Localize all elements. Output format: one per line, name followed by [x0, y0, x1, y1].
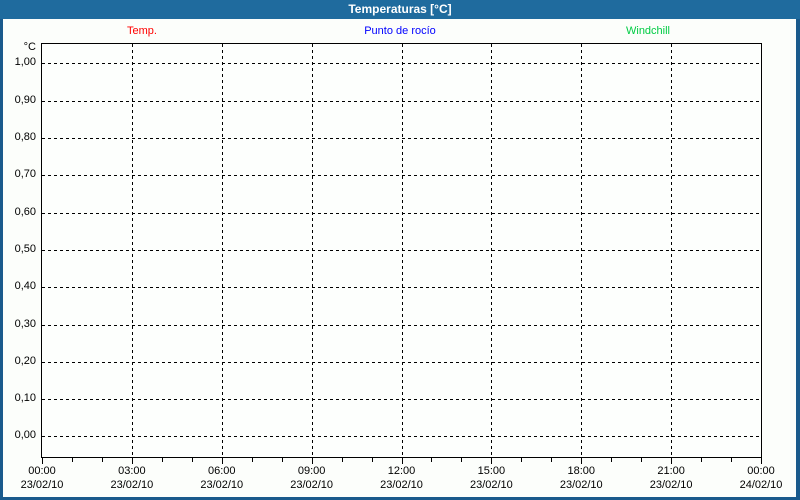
v-gridline [491, 44, 493, 457]
axis-tick [371, 458, 373, 462]
y-tick-label: 0,10 [14, 392, 36, 405]
y-axis-unit-label: °C [23, 41, 36, 53]
legend-item-windchill: Windchill [625, 25, 671, 37]
axis-tick [191, 458, 193, 462]
axis-tick [461, 458, 463, 462]
axis-tick [71, 458, 73, 462]
v-gridline [221, 44, 223, 457]
x-tick-time-label: 09:00 [297, 465, 326, 477]
v-gridline [401, 44, 403, 457]
y-tick-label: 0,40 [14, 280, 36, 293]
x-tick-date-label: 23/02/10 [649, 479, 693, 491]
axis-tick [251, 458, 253, 462]
x-tick-date-label: 23/02/10 [469, 479, 513, 491]
axis-tick [551, 458, 553, 462]
y-tick-label: 1,00 [14, 56, 36, 69]
x-tick-time-label: 06:00 [207, 465, 236, 477]
axis-tick [311, 458, 313, 464]
x-tick-date-label: 23/02/10 [559, 479, 603, 491]
axis-tick [101, 458, 103, 462]
axis-tick [641, 458, 643, 462]
x-tick-time-label: 00:00 [28, 465, 56, 477]
legend-item-punto-de-roc-o: Punto de rocío [364, 25, 436, 37]
x-tick-time-label: 18:00 [567, 465, 596, 477]
legend-item-temp: Temp. [127, 25, 157, 37]
window-titlebar: Temperaturas [°C] [0, 0, 800, 19]
y-tick-label: 0,60 [14, 205, 36, 218]
x-tick-date-label: 23/02/10 [20, 479, 64, 491]
chart-content: Temp. Punto de rocío Windchill °C 1,00 0,90… [3, 19, 796, 497]
y-tick-label: 0,00 [14, 429, 36, 442]
y-tick-label: 0,70 [14, 168, 36, 181]
axis-tick [611, 458, 613, 462]
y-tick-label: 0,50 [14, 242, 36, 255]
v-gridline [671, 44, 673, 457]
window-title: Temperaturas [°C] [348, 2, 452, 16]
x-tick-date-label: 24/02/10 [739, 479, 783, 491]
x-tick-date-label: 23/02/10 [110, 479, 154, 491]
axis-tick [701, 458, 703, 462]
y-tick-label: 0,80 [14, 131, 36, 144]
axis-tick [581, 458, 583, 464]
axis-tick [341, 458, 343, 462]
axis-tick [761, 458, 762, 464]
axis-tick [161, 458, 163, 462]
v-gridline [311, 44, 313, 457]
plot-area [41, 43, 762, 458]
x-tick-date-label: 23/02/10 [200, 479, 244, 491]
axis-tick [401, 458, 403, 464]
x-tick-time-label: 00:00 [747, 465, 775, 477]
x-tick-time-label: 12:00 [387, 465, 416, 477]
v-gridline [131, 44, 133, 457]
y-tick-label: 0,90 [14, 93, 36, 106]
x-tick-date-label: 23/02/10 [290, 479, 334, 491]
axis-tick [431, 458, 433, 462]
x-tick-date-label: 23/02/10 [380, 479, 423, 491]
axis-tick [42, 458, 43, 464]
x-tick-time-label: 03:00 [118, 465, 146, 477]
axis-tick [491, 458, 493, 464]
axis-tick [281, 458, 283, 462]
chart-window: Temperaturas [°C] Temp. Punto de rocío Win… [0, 0, 800, 500]
y-tick-label: 0,20 [14, 354, 36, 367]
v-gridline [581, 44, 583, 457]
axis-tick [731, 458, 733, 462]
x-tick-time-label: 21:00 [657, 465, 685, 477]
y-tick-label: 0,30 [14, 317, 36, 330]
axis-tick [521, 458, 523, 462]
axis-tick [221, 458, 223, 464]
axis-tick [131, 458, 133, 464]
x-tick-time-label: 15:00 [477, 465, 506, 477]
axis-tick [671, 458, 673, 464]
